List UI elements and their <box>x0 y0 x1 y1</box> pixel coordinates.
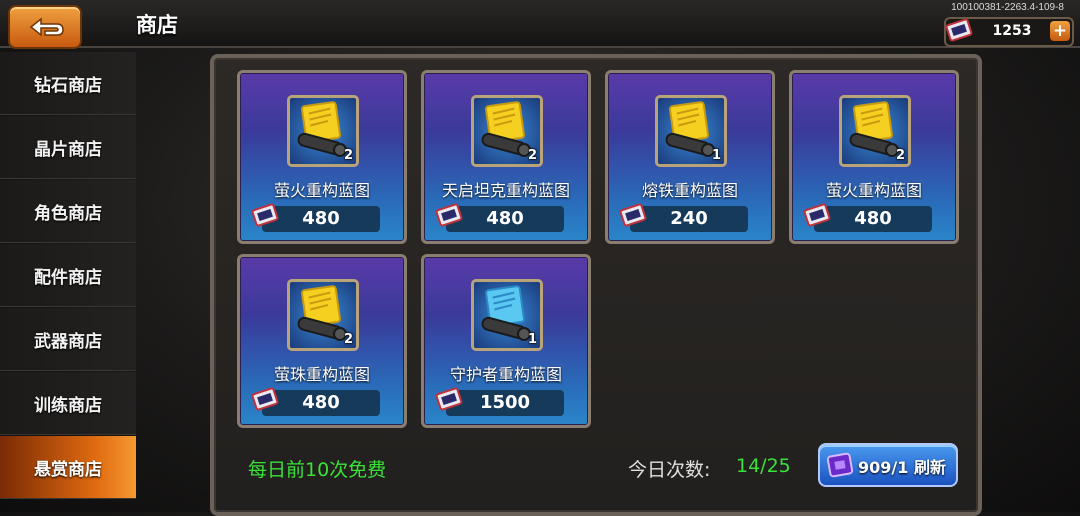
back-button[interactable] <box>8 5 82 49</box>
item-icon-frame: 2 <box>287 95 359 167</box>
item-name: 守护者重构蓝图 <box>449 365 562 384</box>
shop-item-card[interactable]: 1 熔铁重构蓝图 240 <box>605 70 775 244</box>
ticket-icon <box>251 387 279 411</box>
item-quantity: 2 <box>527 148 537 163</box>
sidebar-item-training-shop[interactable]: 训练商店 <box>0 372 136 435</box>
ticket-currency: 1253 + <box>944 17 1074 47</box>
item-icon-frame: 2 <box>471 95 543 167</box>
item-name: 熔铁重构蓝图 <box>641 181 738 200</box>
sidebar-item-character-shop[interactable]: 角色商店 <box>0 180 136 243</box>
item-name: 萤珠重构蓝图 <box>273 365 370 384</box>
item-quantity: 2 <box>895 148 905 163</box>
item-icon-frame: 2 <box>287 279 359 351</box>
free-refresh-note: 每日前10次免费 <box>248 459 387 481</box>
add-currency-button[interactable]: + <box>1050 21 1070 41</box>
build-id-text: 100100381-2263.4-109-8 <box>951 2 1064 13</box>
shop-sidebar: 钻石商店 晶片商店 角色商店 配件商店 武器商店 训练商店 悬赏商店 <box>0 52 136 512</box>
daily-count-label: 今日次数: <box>628 459 711 481</box>
sidebar-item-accessory-shop[interactable]: 配件商店 <box>0 244 136 307</box>
item-name: 天启坦克重构蓝图 <box>441 181 570 200</box>
ticket-icon <box>435 203 463 227</box>
ticket-icon <box>803 203 831 227</box>
ticket-amount: 1253 <box>992 23 1032 39</box>
item-quantity: 2 <box>343 332 353 347</box>
item-name: 萤火重构蓝图 <box>825 181 922 200</box>
sidebar-item-bounty-shop[interactable]: 悬赏商店 <box>0 436 136 499</box>
ticket-icon <box>435 387 463 411</box>
sidebar-item-chip-shop[interactable]: 晶片商店 <box>0 116 136 179</box>
daily-count-value: 14/25 <box>736 455 791 477</box>
ticket-icon <box>945 18 973 42</box>
sidebar-item-weapon-shop[interactable]: 武器商店 <box>0 308 136 371</box>
page-title: 商店 <box>136 13 178 37</box>
item-icon-frame: 2 <box>839 95 911 167</box>
refresh-label: 909/1 刷新 <box>858 458 946 477</box>
sidebar-item-diamond-shop[interactable]: 钻石商店 <box>0 52 136 115</box>
item-quantity: 1 <box>711 148 721 163</box>
top-bar: 商店 100100381-2263.4-109-8 1253 + <box>0 0 1080 49</box>
purple-gem-icon <box>826 452 854 478</box>
item-name: 萤火重构蓝图 <box>273 181 370 200</box>
item-quantity: 1 <box>527 332 537 347</box>
shop-item-card[interactable]: 1 守护者重构蓝图 1500 <box>421 254 591 428</box>
shop-item-card[interactable]: 2 萤珠重构蓝图 480 <box>237 254 407 428</box>
item-icon-frame: 1 <box>471 279 543 351</box>
back-arrow-icon <box>29 17 64 37</box>
item-icon-frame: 1 <box>655 95 727 167</box>
refresh-button[interactable]: 909/1 刷新 <box>818 443 958 487</box>
shop-item-card[interactable]: 2 萤火重构蓝图 480 <box>789 70 959 244</box>
item-quantity: 2 <box>343 148 353 163</box>
ticket-icon <box>251 203 279 227</box>
shop-item-card[interactable]: 2 萤火重构蓝图 480 <box>237 70 407 244</box>
shop-item-card[interactable]: 2 天启坦克重构蓝图 480 <box>421 70 591 244</box>
ticket-icon <box>619 203 647 227</box>
